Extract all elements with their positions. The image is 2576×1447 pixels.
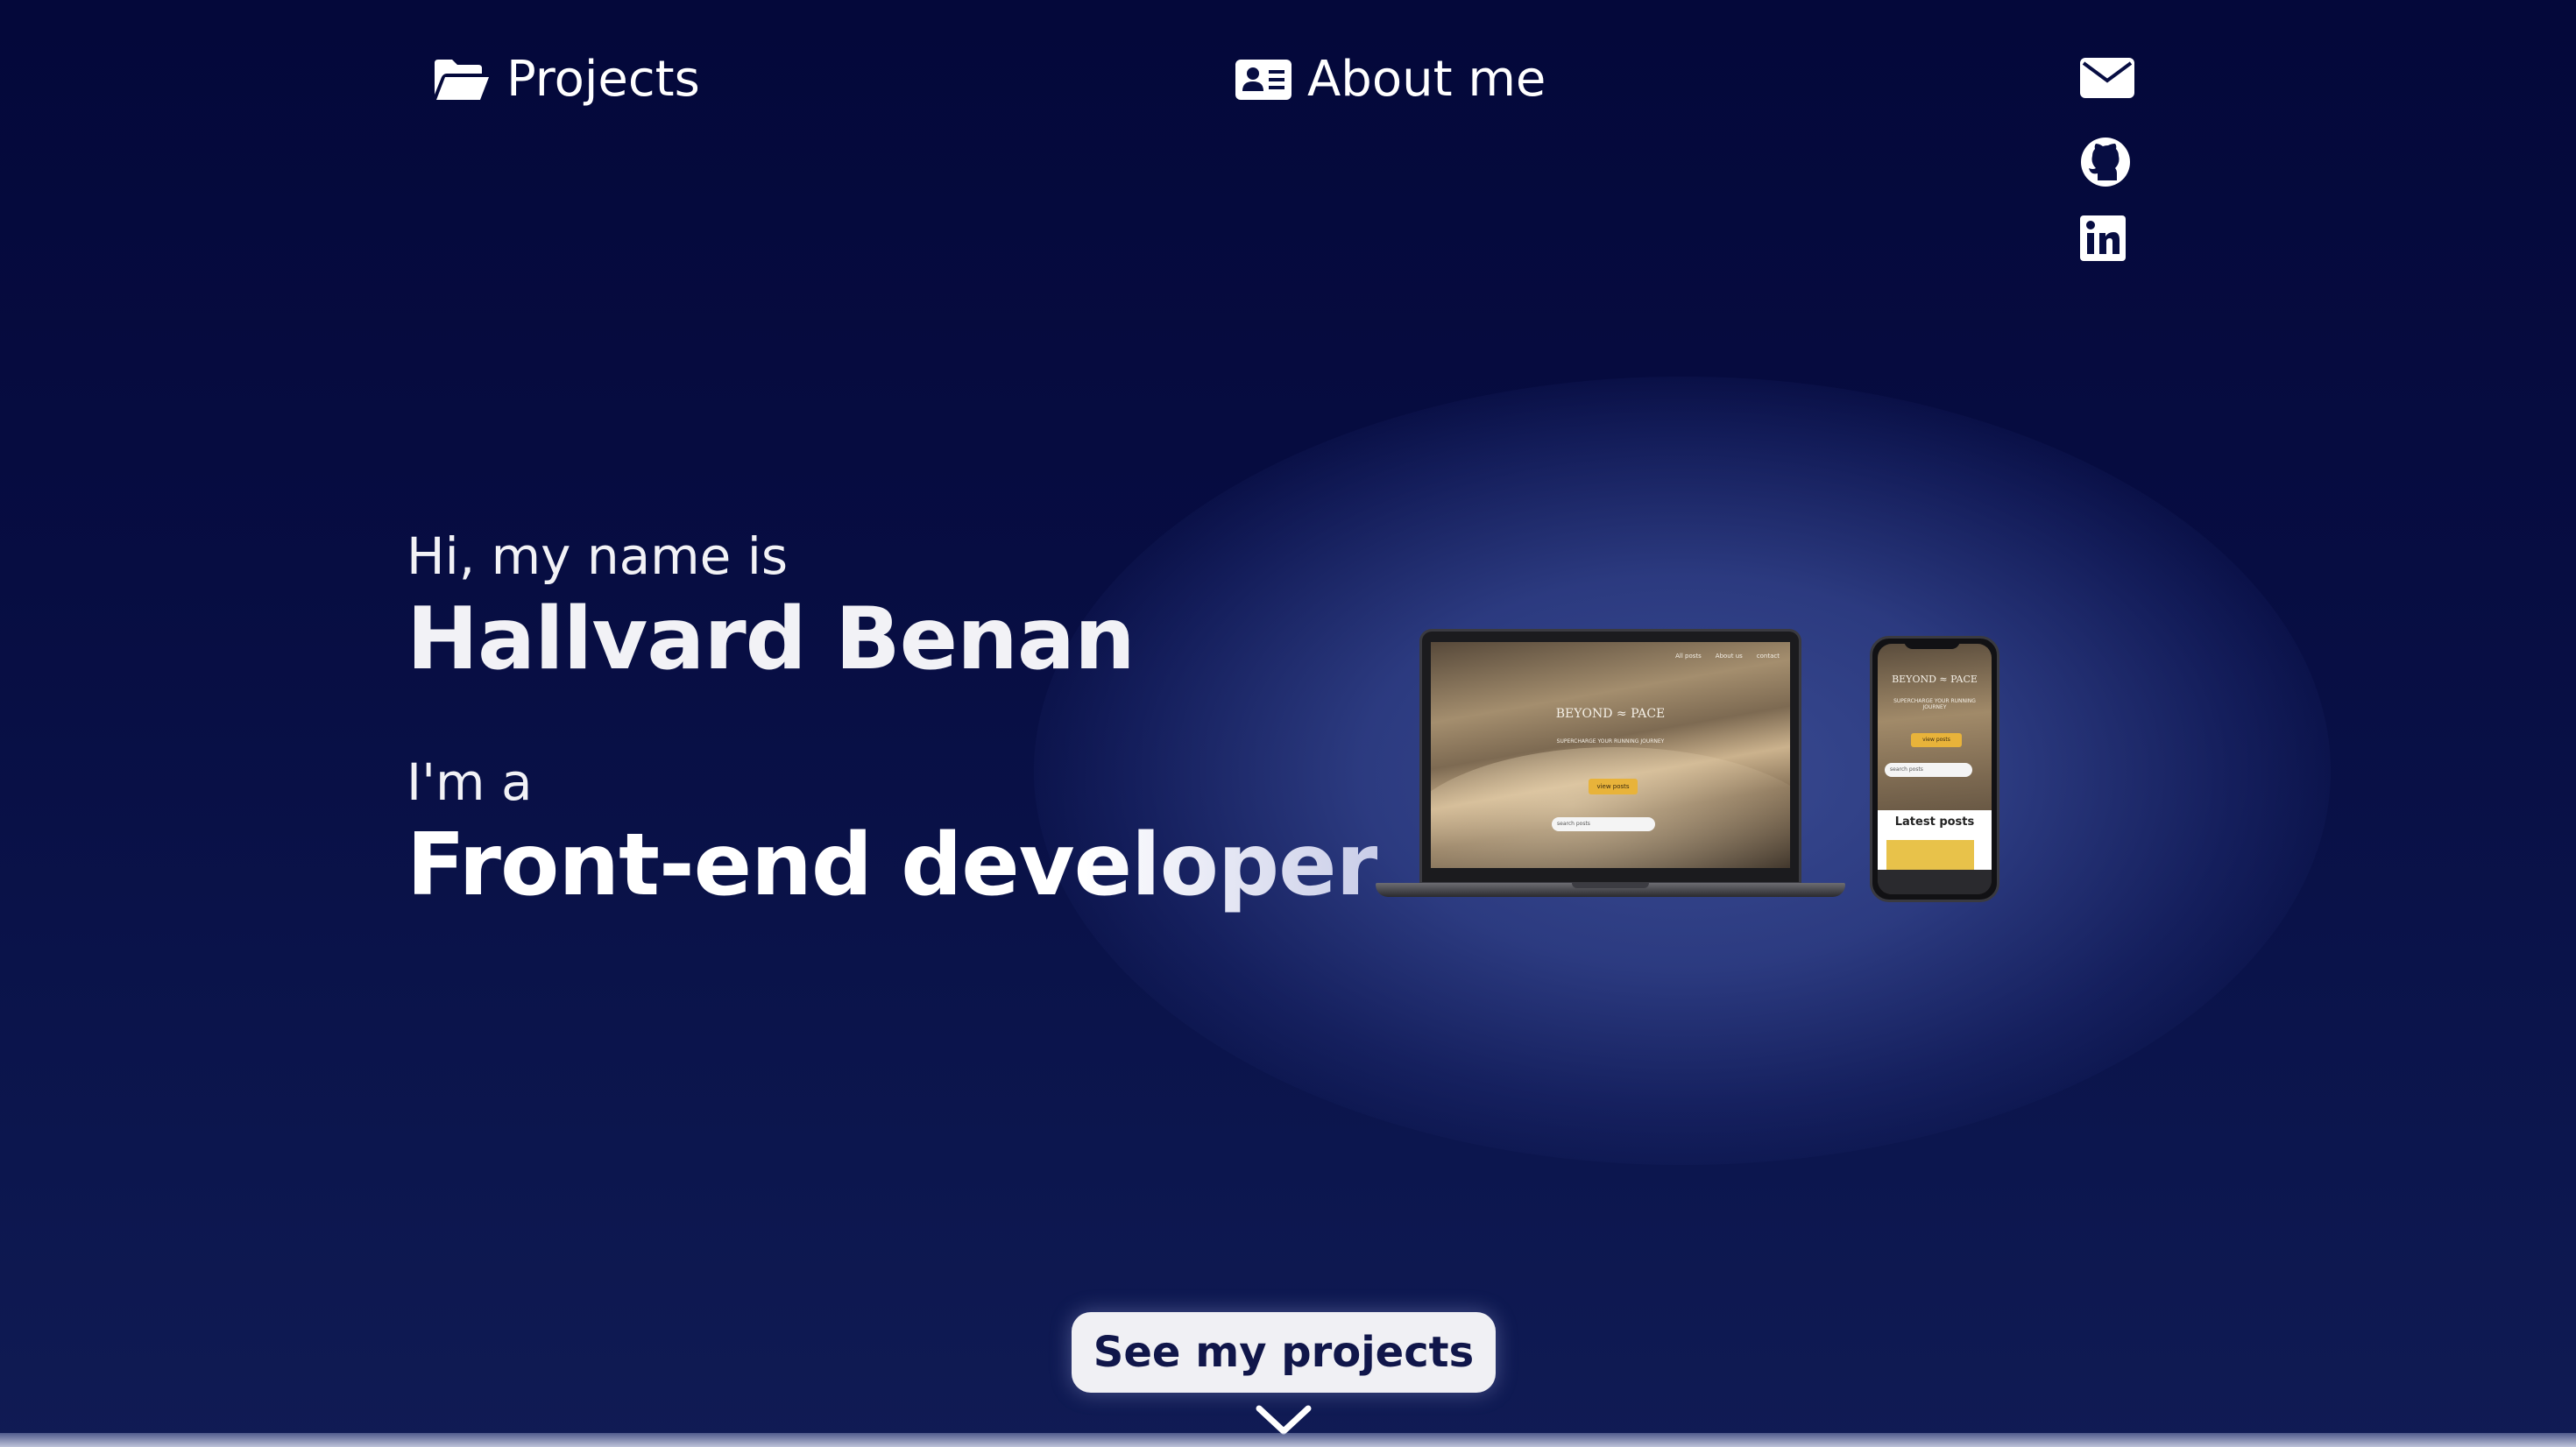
phone-tagline: SUPERCHARGE YOUR RUNNING JOURNEY xyxy=(1893,698,1976,710)
linkedin-icon xyxy=(2080,215,2126,261)
hero-intro: Hi, my name is Hallvard Benan I'm a Fron… xyxy=(407,526,1378,918)
phone-bottom-bar xyxy=(1878,870,1992,894)
nav-about-link[interactable]: About me xyxy=(1235,51,1546,108)
mock-tagline: SUPERCHARGE YOUR RUNNING JOURNEY xyxy=(1556,738,1665,745)
phone-view-posts-button: view posts xyxy=(1911,733,1962,747)
folder-open-icon xyxy=(433,56,491,103)
phone-search-input: search posts xyxy=(1885,763,1972,777)
mock-title-right: PACE xyxy=(1631,707,1666,721)
phone-screen: BEYOND ≈ PACE SUPERCHARGE YOUR RUNNING J… xyxy=(1878,644,1992,894)
bottom-divider xyxy=(0,1433,2576,1447)
laptop-screen: All posts About us contact BEYOND ≈ PACE… xyxy=(1431,642,1790,868)
dune-shape xyxy=(1431,747,1790,868)
github-link[interactable] xyxy=(2080,137,2134,187)
hero-name: Hallvard Benan xyxy=(407,589,1136,689)
mock-title-left: BEYOND xyxy=(1555,707,1613,721)
mock-nav: All posts About us contact xyxy=(1675,653,1780,660)
phone-site-title: BEYOND ≈ PACE xyxy=(1878,674,1992,685)
mock-nav-link: All posts xyxy=(1675,653,1702,660)
email-link[interactable] xyxy=(2080,58,2134,109)
nav-about-label: About me xyxy=(1307,51,1546,108)
social-links xyxy=(2080,58,2134,266)
im-a-text: I'm a xyxy=(407,752,533,812)
laptop-mockup: All posts About us contact BEYOND ≈ PACE… xyxy=(1376,629,1845,902)
mock-view-posts-button: view posts xyxy=(1589,779,1638,794)
phone-latest-title: Latest posts xyxy=(1894,815,1975,829)
see-projects-button[interactable]: See my projects xyxy=(1072,1312,1496,1393)
id-card-icon xyxy=(1235,56,1292,103)
nav-projects-link[interactable]: Projects xyxy=(433,51,700,108)
laptop-lid: All posts About us contact BEYOND ≈ PACE… xyxy=(1419,629,1801,885)
envelope-icon xyxy=(2080,58,2134,98)
laptop-notch xyxy=(1572,883,1649,888)
hero-role: Front-end developer xyxy=(407,813,1378,918)
phone-title-separator: ≈ xyxy=(1939,674,1951,685)
phone-notch xyxy=(1904,639,1960,649)
mock-nav-link: About us xyxy=(1715,653,1743,660)
linkedin-link[interactable] xyxy=(2080,215,2134,266)
phone-title-left: BEYOND xyxy=(1892,674,1936,685)
chevron-down-icon[interactable] xyxy=(1256,1405,1312,1436)
github-icon xyxy=(2081,138,2130,187)
phone-mockup: BEYOND ≈ PACE SUPERCHARGE YOUR RUNNING J… xyxy=(1870,636,1999,902)
mock-site-title: BEYOND ≈ PACE xyxy=(1431,707,1790,721)
phone-title-right: PACE xyxy=(1950,674,1978,685)
mock-nav-link: contact xyxy=(1756,653,1780,660)
nav-projects-label: Projects xyxy=(506,51,700,108)
greeting-text: Hi, my name is xyxy=(407,526,789,586)
mock-search-input: search posts xyxy=(1552,817,1655,831)
mock-title-separator: ≈ xyxy=(1616,707,1631,721)
